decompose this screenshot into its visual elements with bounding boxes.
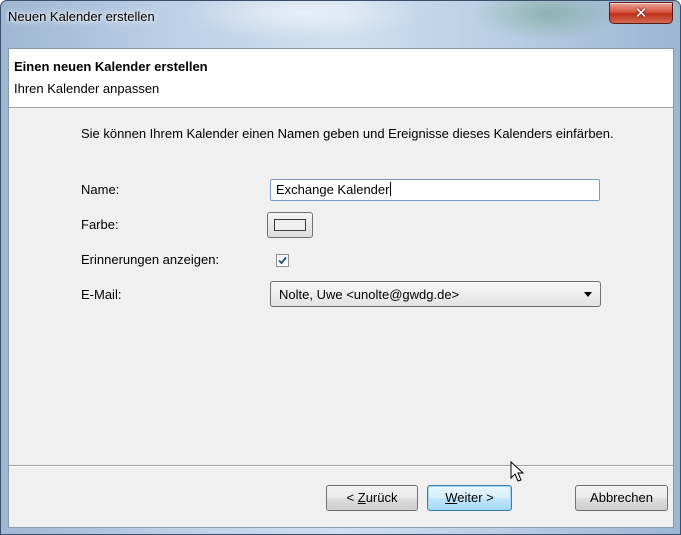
reminders-label: Erinnerungen anzeigen: [81,252,220,267]
wizard-header: Einen neuen Kalender erstellen Ihren Kal… [9,49,673,108]
dialog-client-area: Einen neuen Kalender erstellen Ihren Kal… [8,48,674,528]
close-button[interactable]: ✕ [609,2,673,24]
wizard-page-title: Einen neuen Kalender erstellen [14,59,208,74]
color-picker-button[interactable] [267,212,313,238]
email-dropdown[interactable]: Nolte, Uwe <unolte@gwdg.de> [270,281,601,307]
cancel-button[interactable]: Abbrechen [575,485,668,511]
checkmark-icon [278,256,287,265]
reminders-checkbox[interactable] [276,254,289,267]
back-accesskey: Z [357,490,366,505]
next-label: eiter > [457,490,494,505]
next-accesskey: W [445,490,458,505]
mouse-pointer-icon [510,461,525,482]
wizard-page-subtitle: Ihren Kalender anpassen [14,81,160,96]
color-label: Farbe: [81,217,119,232]
calendar-name-input[interactable]: Exchange Kalender [270,179,600,201]
button-separator [9,465,673,467]
back-button[interactable]: < Zurück [326,485,418,511]
dialog-window: Neuen Kalender erstellen ✕ Einen neuen K… [0,0,681,535]
color-swatch [274,219,306,231]
back-label: urück [365,490,398,505]
chevron-down-icon [584,292,592,297]
name-label: Name: [81,182,120,197]
text-caret [390,182,392,196]
calendar-name-value: Exchange Kalender [276,182,390,197]
form-description: Sie können Ihrem Kalender einen Namen ge… [81,126,614,141]
window-title: Neuen Kalender erstellen [8,9,155,24]
titlebar[interactable]: Neuen Kalender erstellen ✕ [1,1,680,31]
close-icon: ✕ [634,4,648,22]
next-button[interactable]: Weiter > [427,485,512,511]
email-label: E-Mail: [81,287,122,302]
email-selected-value: Nolte, Uwe <unolte@gwdg.de> [279,287,460,302]
back-prefix: < [346,490,358,505]
